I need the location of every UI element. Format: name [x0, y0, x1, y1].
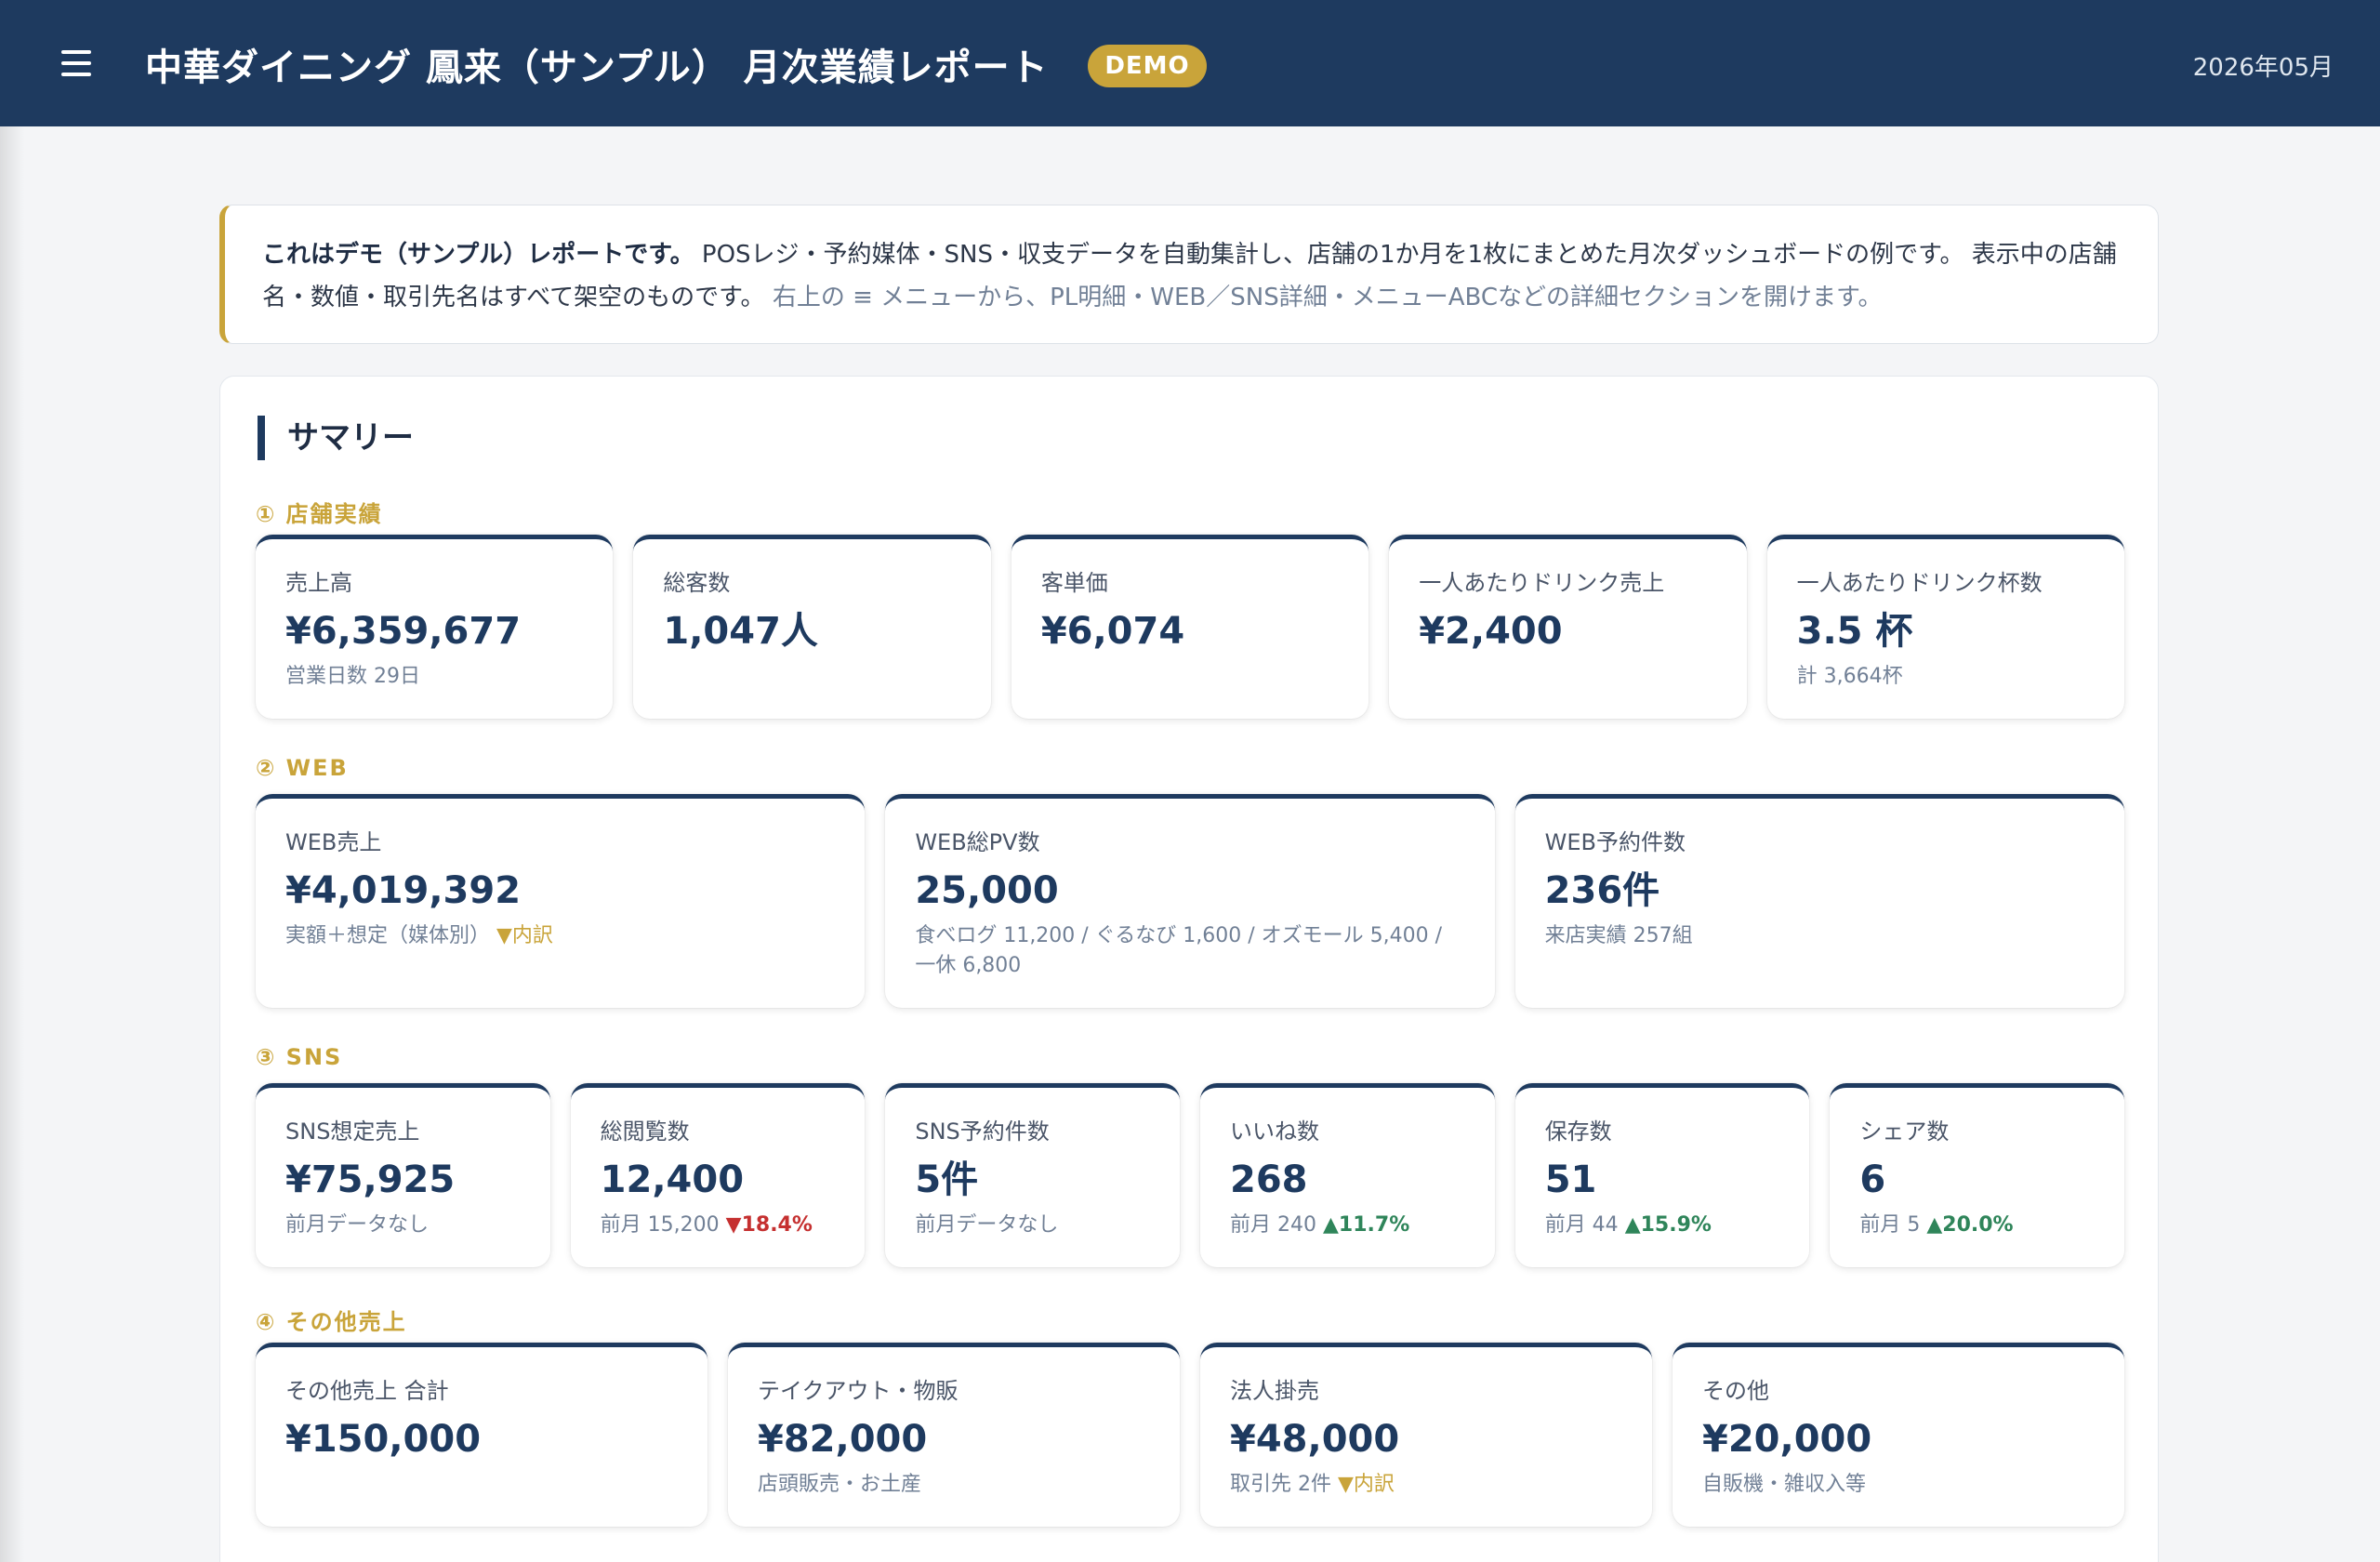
- kpi-label: WEB総PV数: [915, 829, 1040, 855]
- kpi-label: 法人掛売: [1230, 1378, 1319, 1404]
- kpi-sub: 計 3,664杯: [1796, 665, 1903, 688]
- kpi-value: ¥4,019,392: [285, 869, 522, 912]
- page-edge-shadow: [0, 126, 24, 1562]
- kpi-label: SNS想定売上: [285, 1119, 420, 1145]
- kpi-sub: 前月 15,200 ▼18.4%: [601, 1211, 836, 1240]
- kpi-value: 6: [1859, 1158, 1886, 1201]
- kpi-sub: 実額＋想定（媒体別） ▼内訳: [285, 921, 835, 951]
- change-badge-up: ▲11.7%: [1323, 1213, 1410, 1237]
- kpi-card-drink-sales-per-person: 一人あたりドリンク売上 ¥2,400: [1389, 535, 1747, 719]
- notice-hint: 右上の ≡ メニューから、PL明細・WEB／SNS詳細・メニューABCなどの詳細…: [772, 284, 1883, 311]
- kpi-value: 236件: [1544, 869, 1660, 912]
- kpi-sub: 前月データなし: [915, 1213, 1059, 1237]
- breakdown-toggle[interactable]: ▼内訳: [496, 924, 553, 947]
- kpi-value: 3.5 杯: [1796, 610, 1913, 653]
- kpi-label: 一人あたりドリンク売上: [1419, 570, 1665, 596]
- kpi-label: SNS予約件数: [915, 1119, 1050, 1145]
- kpi-label: 総閲覧数: [600, 1119, 690, 1145]
- kpi-card-shares: シェア数 6 前月 5 ▲20.0%: [1830, 1083, 2125, 1267]
- kpi-card-saves: 保存数 51 前月 44 ▲15.9%: [1514, 1083, 1810, 1267]
- change-badge-up: ▲20.0%: [1926, 1213, 2014, 1237]
- page-title: 中華ダイニング 鳳来（サンプル） 月次業績レポート: [145, 46, 1049, 89]
- kpi-value: ¥75,925: [285, 1158, 456, 1201]
- kpi-label: WEB予約件数: [1544, 829, 1686, 855]
- kpi-sub: 食べログ 11,200 / ぐるなび 1,600 / オズモール 5,400 /…: [915, 924, 1443, 977]
- kpi-card-sns-reservations: SNS予約件数 5件 前月データなし: [885, 1083, 1181, 1267]
- kpi-card-other: その他 ¥20,000 自販機・雑収入等: [1673, 1343, 2124, 1527]
- section-label-web: ② WEB: [256, 755, 349, 781]
- kpi-sub: 店頭販売・お土産: [758, 1473, 922, 1496]
- kpi-card-takeout: テイクアウト・物販 ¥82,000 店頭販売・お土産: [728, 1343, 1180, 1527]
- kpi-value: 5件: [915, 1158, 979, 1201]
- change-badge-up: ▲15.9%: [1624, 1213, 1712, 1237]
- kpi-value: ¥2,400: [1419, 610, 1563, 653]
- kpi-value: 1,047人: [663, 610, 818, 653]
- kpi-sub: 営業日数 29日: [285, 665, 420, 688]
- kpi-card-drinks-per-person: 一人あたりドリンク杯数 3.5 杯 計 3,664杯: [1766, 535, 2125, 719]
- store-metrics-row: 売上高 ¥6,359,677 営業日数 29日 総客数 1,047人 客単価 ¥…: [256, 535, 2125, 719]
- kpi-sub: 自販機・雑収入等: [1702, 1473, 1867, 1496]
- kpi-card-sales: 売上高 ¥6,359,677 営業日数 29日: [256, 535, 614, 719]
- report-month: 2026年05月: [2192, 54, 2334, 82]
- kpi-card-sns-views: 総閲覧数 12,400 前月 15,200 ▼18.4%: [570, 1083, 866, 1267]
- kpi-value: ¥6,074: [1040, 610, 1185, 653]
- top-bar: 中華ダイニング 鳳来（サンプル） 月次業績レポート DEMO 2026年05月: [0, 0, 2380, 126]
- kpi-card-web-sales: WEB売上 ¥4,019,392 実額＋想定（媒体別） ▼内訳: [256, 794, 866, 1008]
- kpi-sub: 前月 44 ▲15.9%: [1545, 1211, 1780, 1240]
- kpi-value: ¥20,000: [1702, 1418, 1872, 1461]
- kpi-label: シェア数: [1859, 1119, 1950, 1145]
- kpi-label: 一人あたりドリンク杯数: [1796, 570, 2043, 596]
- notice-lead: これはデモ（サンプル）レポートです。: [262, 241, 694, 269]
- previous-month: 前月 44: [1544, 1213, 1619, 1237]
- kpi-label: その他: [1702, 1378, 1769, 1404]
- kpi-card-avg-spend: 客単価 ¥6,074: [1011, 535, 1369, 719]
- summary-panel: サマリー ① 店舗実績 売上高 ¥6,359,677 営業日数 29日 総客数 …: [219, 376, 2159, 1562]
- kpi-value: ¥150,000: [285, 1418, 482, 1461]
- kpi-label: 客単価: [1040, 570, 1108, 596]
- kpi-label: テイクアウト・物販: [758, 1378, 959, 1404]
- kpi-card-customers: 総客数 1,047人: [633, 535, 991, 719]
- breakdown-toggle[interactable]: ▼内訳: [1338, 1473, 1395, 1496]
- sns-metrics-row: SNS想定売上 ¥75,925 前月データなし 総閲覧数 12,400 前月 1…: [256, 1083, 2125, 1267]
- kpi-sub: 前月 5 ▲20.0%: [1859, 1211, 2095, 1240]
- kpi-card-corporate-credit: 法人掛売 ¥48,000 取引先 2件 ▼内訳: [1200, 1343, 1652, 1527]
- kpi-sub: 前月 240 ▲11.7%: [1230, 1211, 1465, 1240]
- kpi-label: 総客数: [663, 570, 731, 596]
- kpi-card-other-total: その他売上 合計 ¥150,000: [256, 1343, 707, 1527]
- kpi-value: ¥82,000: [758, 1418, 928, 1461]
- kpi-label: いいね数: [1230, 1119, 1320, 1145]
- section-label-sns: ③ SNS: [256, 1044, 343, 1070]
- kpi-sub: 取引先 2件 ▼内訳: [1230, 1470, 1622, 1500]
- other-sales-row: その他売上 合計 ¥150,000 テイクアウト・物販 ¥82,000 店頭販売…: [256, 1343, 2124, 1527]
- previous-month: 前月 5: [1859, 1213, 1921, 1237]
- kpi-value: 25,000: [915, 869, 1059, 912]
- kpi-value: 12,400: [600, 1158, 745, 1201]
- kpi-value: ¥6,359,677: [285, 610, 522, 653]
- kpi-value: 268: [1230, 1158, 1308, 1201]
- kpi-label: 保存数: [1544, 1119, 1612, 1145]
- kpi-sub: 前月データなし: [285, 1213, 430, 1237]
- kpi-value: ¥48,000: [1230, 1418, 1400, 1461]
- kpi-card-web-reservations: WEB予約件数 236件 来店実績 257組: [1514, 794, 2124, 1008]
- kpi-label: 売上高: [285, 570, 352, 596]
- change-badge-down: ▼18.4%: [725, 1213, 813, 1237]
- kpi-card-sns-sales: SNS想定売上 ¥75,925 前月データなし: [256, 1083, 550, 1267]
- kpi-card-web-pv: WEB総PV数 25,000 食べログ 11,200 / ぐるなび 1,600 …: [885, 794, 1495, 1008]
- hamburger-menu-icon[interactable]: [61, 50, 91, 76]
- kpi-sub: 来店実績 257組: [1544, 924, 1693, 947]
- previous-month: 前月 240: [1230, 1213, 1317, 1237]
- kpi-sub-text: 取引先 2件: [1230, 1473, 1331, 1496]
- kpi-label: その他売上 合計: [285, 1378, 449, 1404]
- previous-month: 前月 15,200: [600, 1213, 720, 1237]
- section-label-other-sales: ④ その他売上: [256, 1309, 407, 1335]
- summary-title: サマリー: [258, 416, 414, 460]
- kpi-card-likes: いいね数 268 前月 240 ▲11.7%: [1200, 1083, 1495, 1267]
- demo-notice: これはデモ（サンプル）レポートです。 POSレジ・予約媒体・SNS・収支データを…: [219, 205, 2159, 344]
- kpi-label: WEB売上: [285, 829, 382, 855]
- kpi-value: 51: [1544, 1158, 1597, 1201]
- web-metrics-row: WEB売上 ¥4,019,392 実額＋想定（媒体別） ▼内訳 WEB総PV数 …: [256, 794, 2124, 1008]
- section-label-store: ① 店舗実績: [256, 501, 383, 527]
- demo-badge: DEMO: [1088, 45, 1207, 87]
- kpi-sub-text: 実額＋想定（媒体別）: [285, 924, 491, 947]
